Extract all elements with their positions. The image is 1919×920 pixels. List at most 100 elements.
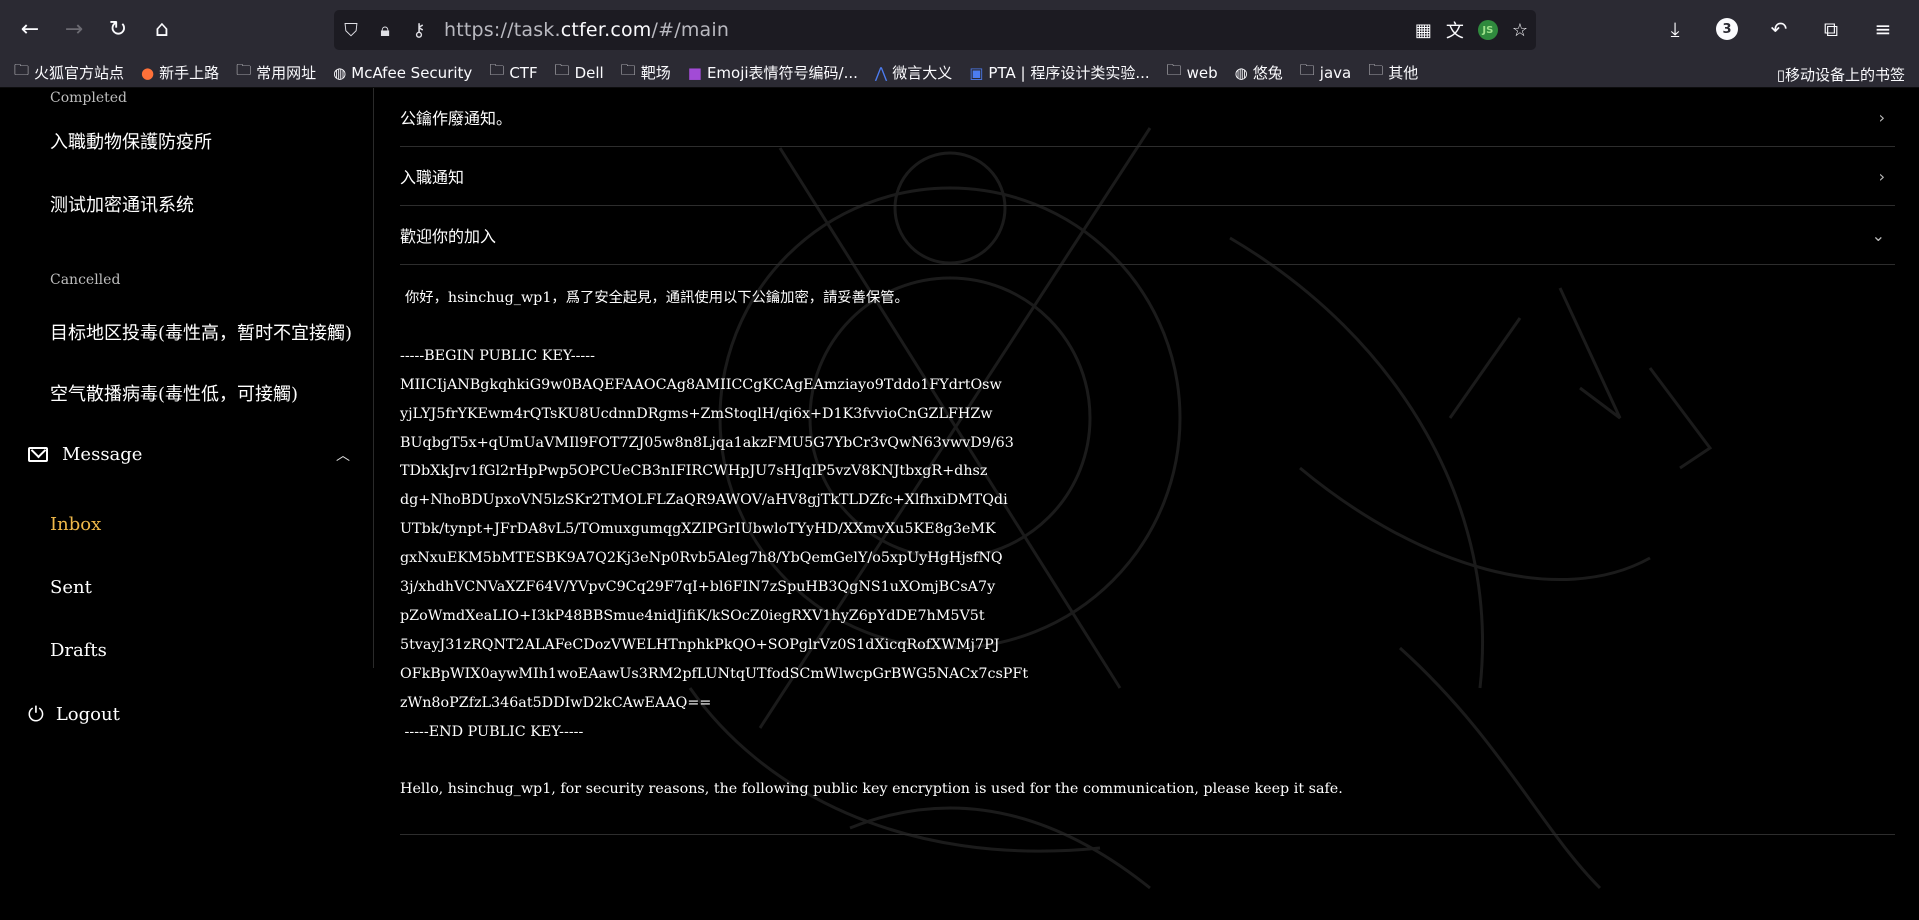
key-icon[interactable]: ⚷ <box>402 20 436 41</box>
sidebar-item-encrypted-comms[interactable]: 测试加密通讯系统 <box>50 191 194 217</box>
message-row-welcome[interactable]: 歡迎你的加入 ⌄ <box>400 206 1895 265</box>
mobile-bookmarks[interactable]: ▯ 移动设备上的书签 <box>1777 64 1905 85</box>
bookmark-item[interactable]: 🗀︎ java <box>1300 60 1351 85</box>
message-divider <box>400 834 1895 835</box>
chevron-down-icon: ⌄ <box>1871 225 1885 245</box>
public-key-line: 3j/xhdhVCNVaXZF64V/YVpvC9Cq29F7qI+bl6FIN… <box>400 579 996 596</box>
public-key-line: -----BEGIN PUBLIC KEY----- <box>400 347 595 364</box>
bookmark-item[interactable]: 🗀︎ 火狐官方站点 <box>14 60 124 85</box>
public-key-line: UTbk/tynpt+JFrDA8vL5/TOmuxgumqgXZIPGrIUb… <box>400 521 996 538</box>
bookmark-item[interactable]: 🗀︎ CTF <box>489 60 537 85</box>
lock-icon[interactable]: 🔒︎ <box>368 20 402 41</box>
undo-icon[interactable]: ↶ <box>1757 7 1801 51</box>
browser-toolbar: ← → ↻ ⌂ ⛉ 🔒︎ ⚷ https://task.ctfer.com/#/… <box>0 0 1919 58</box>
folder-icon: 🗀︎ <box>1368 61 1384 79</box>
bookmark-item[interactable]: ▣ PTA | 程序设计类实验... <box>969 62 1149 83</box>
downloads-badge-button[interactable]: 3 <box>1705 7 1749 51</box>
bookmark-item[interactable]: 🗀︎ 靶场 <box>621 60 671 85</box>
sidebar: Completed 入職動物保護防疫所 测试加密通讯系统 Cancelled 目… <box>0 88 374 668</box>
logo-icon: ⋀ <box>874 63 888 82</box>
public-key-line: TDbXkJrv1fGl2rHpPwp5OPCUeCB3nIFIRCWHpJU7… <box>400 463 988 480</box>
bookmark-item[interactable]: ◍ 悠兔 <box>1235 62 1283 83</box>
bookmark-item[interactable]: ■ Emoji表情符号编码/... <box>688 62 858 83</box>
message-menu-label: Message <box>62 444 143 465</box>
folder-icon: 🗀︎ <box>14 61 30 79</box>
sidebar-item-inbox[interactable]: Inbox <box>50 514 101 535</box>
public-key-line: dg+NhoBDUpxoVN5lzSKr2TMOLFLZaQR9AWOV/aHV… <box>400 492 1008 509</box>
globe-icon: ◍ <box>333 63 347 82</box>
bookmark-item[interactable]: ◍ McAfee Security <box>333 64 472 82</box>
pta-icon: ▣ <box>969 63 984 82</box>
url-tools: ▦ 文 JS ☆ <box>1415 10 1528 50</box>
shield-icon[interactable]: ⛉ <box>334 20 368 41</box>
bookmark-item[interactable]: ● 新手上路 <box>141 62 219 83</box>
sidebar-item-sent[interactable]: Sent <box>50 577 92 598</box>
url-text[interactable]: https://task.ctfer.com/#/main <box>444 19 729 41</box>
firefox-icon: ● <box>141 63 155 82</box>
qr-code-icon[interactable]: ▦ <box>1415 20 1432 41</box>
logout-button[interactable]: ⏻ Logout <box>28 702 120 726</box>
folder-icon: 🗀︎ <box>554 61 570 79</box>
greeting-english: Hello, hsinchug_wp1, for security reason… <box>400 781 1343 798</box>
cancelled-group-label: Cancelled <box>50 272 121 288</box>
message-menu-toggle[interactable]: Message ︿ <box>28 444 350 465</box>
nav-buttons: ← → ↻ ⌂ <box>8 7 184 51</box>
public-key-line: MIICIjANBgkqhkiG9w0BAQEFAAOCAg8AMIICCgKC… <box>400 376 1002 393</box>
folder-icon: 🗀︎ <box>489 61 505 79</box>
forward-arrow-icon[interactable]: → <box>52 7 96 51</box>
star-bookmark-icon[interactable]: ☆ <box>1512 20 1528 41</box>
message-title: 歡迎你的加入 <box>400 227 497 246</box>
folder-icon: 🗀︎ <box>236 61 252 79</box>
home-icon[interactable]: ⌂ <box>140 7 184 51</box>
message-row-onboarding[interactable]: 入職通知 › <box>400 147 1895 206</box>
public-key-line: yjLYJ5frYKEwm4rQTsKU8UcdnnDRgms+ZmStoqlH… <box>400 405 993 422</box>
emoji-icon: ■ <box>687 63 702 82</box>
folder-icon: 🗀︎ <box>1166 61 1182 79</box>
reload-icon[interactable]: ↻ <box>96 7 140 51</box>
chevron-up-icon: ︿ <box>336 447 350 464</box>
greeting-chinese: 你好，hsinchug_wp1，爲了安全起見，通訊使用以下公鑰加密，請妥善保管。 <box>405 290 909 306</box>
public-key-line: -----END PUBLIC KEY----- <box>400 723 584 740</box>
sidebar-item-target-poison[interactable]: 目标地区投毒(毒性高，暂时不宜接觸) <box>50 319 352 345</box>
chevron-right-icon: › <box>1878 107 1885 127</box>
public-key-line: BUqbgT5x+qUmUaVMIl9FOT7ZJ05w8n8Ljqa1akzF… <box>400 434 1014 451</box>
folder-icon: 🗀︎ <box>1299 61 1315 79</box>
public-key-line: OFkBpWIX0aywMIh1woEAawUs3RM2pfLUNtqUTfod… <box>400 665 1029 682</box>
bookmark-item[interactable]: 🗀︎ Dell <box>555 60 604 85</box>
public-key-line: pZoWmdXeaLIO+I3kP48BBSmue4nidJifiK/kSOcZ… <box>400 607 985 624</box>
message-body: 你好，hsinchug_wp1，爲了安全起見，通訊使用以下公鑰加密，請妥善保管。… <box>400 284 1895 804</box>
message-panel: 公鑰作廢通知。 › 入職通知 › 歡迎你的加入 ⌄ 你好，hsinchug_wp… <box>400 88 1895 835</box>
message-row-key-revoked[interactable]: 公鑰作廢通知。 › <box>400 88 1895 147</box>
public-key-line: 5tvayJ31zRQNT2ALAFeCDozVWELHTnphkPkQO+SO… <box>400 636 1000 653</box>
sidebar-item-airborne-virus[interactable]: 空气散播病毒(毒性低，可接觸) <box>50 380 298 406</box>
downloads-count-badge: 3 <box>1716 18 1738 40</box>
public-key-line: gxNxuEKM5bMTESBK9A7Q2Kj3eNp0Rvb5Aleg7h8/… <box>400 550 1003 567</box>
message-title: 公鑰作廢通知。 <box>400 109 513 128</box>
bookmark-item[interactable]: ⋀ 微言大义 <box>875 62 952 83</box>
message-title: 入職通知 <box>400 168 465 187</box>
globe-icon: ◍ <box>1234 63 1248 82</box>
mobile-device-icon: ▯ <box>1776 65 1785 84</box>
chevron-right-icon: › <box>1878 166 1885 186</box>
download-icon[interactable]: ⤓ <box>1653 7 1697 51</box>
mail-icon <box>28 447 48 462</box>
hamburger-menu-icon[interactable]: ≡ <box>1861 7 1905 51</box>
back-arrow-icon[interactable]: ← <box>8 7 52 51</box>
bookmark-item[interactable]: 🗀︎ 常用网址 <box>236 60 316 85</box>
translate-icon[interactable]: 文 <box>1446 17 1464 43</box>
extensions-icon[interactable]: ⧉ <box>1809 7 1853 51</box>
bookmark-item[interactable]: 🗀︎ 其他 <box>1368 60 1418 85</box>
logout-label: Logout <box>55 703 120 725</box>
folder-icon: 🗀︎ <box>620 61 636 79</box>
js-extension-icon[interactable]: JS <box>1477 20 1498 40</box>
sidebar-item-animal-quarantine[interactable]: 入職動物保護防疫所 <box>50 128 212 154</box>
toolbar-right: ⤓ 3 ↶ ⧉ ≡ <box>1653 7 1905 51</box>
power-icon: ⏻ <box>28 702 44 726</box>
sidebar-item-drafts[interactable]: Drafts <box>50 640 107 661</box>
public-key-line: zWn8oPZfzL346at5DDIwD2kCAwEAAQ== <box>400 694 712 711</box>
bookmarks-bar: 🗀︎ 火狐官方站点 ● 新手上路 🗀︎ 常用网址 ◍ McAfee Security 🗀… <box>0 58 1919 88</box>
bookmark-item[interactable]: 🗀︎ web <box>1167 60 1218 85</box>
url-bar[interactable]: ⛉ 🔒︎ ⚷ https://task.ctfer.com/#/main ▦ 文… <box>334 10 1536 50</box>
